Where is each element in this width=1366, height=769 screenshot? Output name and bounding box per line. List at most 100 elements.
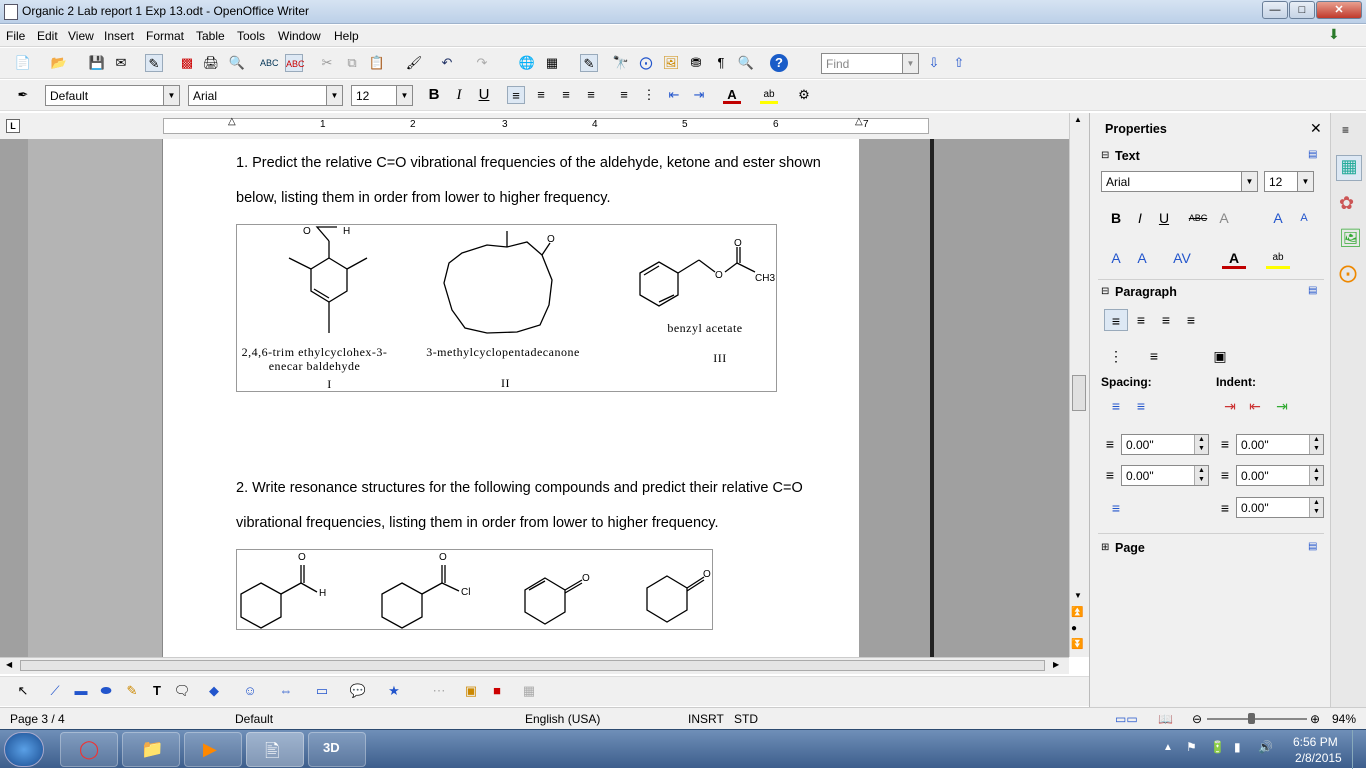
- question-2-line-1[interactable]: 2. Write resonance structures for the fo…: [236, 480, 803, 496]
- scroll-left-icon[interactable]: ◀: [6, 660, 12, 669]
- increase-spacing-icon[interactable]: ≡: [1104, 395, 1128, 417]
- sidebar-highlight-icon[interactable]: ab: [1266, 247, 1290, 269]
- sidebar-align-right-icon[interactable]: ≡: [1154, 309, 1178, 331]
- autospellcheck-icon[interactable]: ABC: [285, 54, 305, 72]
- underline-icon[interactable]: U: [475, 86, 493, 104]
- gallery-icon[interactable]: 🖼: [662, 54, 680, 72]
- ellipse-icon[interactable]: ⬬: [97, 682, 115, 700]
- basic-shapes-icon[interactable]: ◆: [205, 682, 223, 700]
- maximize-button[interactable]: □: [1289, 1, 1315, 19]
- redo-icon[interactable]: ↷: [473, 54, 491, 72]
- edit-mode-icon[interactable]: ✎: [145, 54, 163, 72]
- undo-icon[interactable]: ↶: [438, 54, 456, 72]
- spellcheck-icon[interactable]: ABC: [260, 54, 279, 72]
- align-center-icon[interactable]: ≡: [532, 86, 550, 104]
- paragraph-style-select[interactable]: Default ▼: [45, 85, 180, 106]
- structures-table-1[interactable]: O H O O O CH3 2,4,6-trim ethylcyclohex-3…: [236, 224, 777, 392]
- menu-file[interactable]: File: [6, 29, 25, 43]
- previous-page-icon[interactable]: ⏫: [1071, 607, 1083, 618]
- page-section-header[interactable]: Page: [1115, 541, 1145, 555]
- shrink-font-icon[interactable]: A: [1292, 207, 1316, 229]
- sidebar-bold-icon[interactable]: B: [1104, 207, 1128, 229]
- page-count[interactable]: Page 3 / 4: [10, 712, 65, 726]
- select-icon[interactable]: ↖: [14, 682, 32, 700]
- before-text-indent-field[interactable]: 0.00" ▲ ▼: [1236, 434, 1324, 455]
- show-hidden-icons-icon[interactable]: ▲: [1163, 742, 1173, 753]
- export-pdf-icon[interactable]: ▩: [178, 54, 196, 72]
- sidebar-font-color-icon[interactable]: A: [1222, 247, 1246, 269]
- email-icon[interactable]: ✉: [112, 54, 130, 72]
- open-icon[interactable]: 📂: [50, 54, 68, 72]
- table-icon[interactable]: ▦: [543, 54, 561, 72]
- extrusion-icon[interactable]: ▦: [520, 682, 538, 700]
- align-left-icon[interactable]: ≡: [507, 86, 525, 104]
- language[interactable]: English (USA): [525, 712, 600, 726]
- background-color-icon[interactable]: ⚙: [795, 86, 813, 104]
- copy-icon[interactable]: ⧉: [343, 54, 361, 72]
- sidebar-menu-icon[interactable]: ≡: [1342, 123, 1349, 137]
- print-icon[interactable]: 🖨: [202, 54, 220, 72]
- explorer-taskbar-item[interactable]: 📁: [122, 732, 180, 767]
- sidebar-align-left-icon[interactable]: ≡: [1104, 309, 1128, 331]
- fontwork-icon[interactable]: ▣: [462, 682, 480, 700]
- document-page[interactable]: 1. Predict the relative C=O vibrational …: [163, 139, 859, 657]
- sidebar-justify-icon[interactable]: ≡: [1179, 309, 1203, 331]
- flowchart-icon[interactable]: ▭: [313, 682, 331, 700]
- sidebar-decrease-indent-icon[interactable]: ⇤: [1243, 395, 1267, 417]
- bullets-icon[interactable]: ⋮: [640, 86, 658, 104]
- paragraph-more-options-icon[interactable]: ▤: [1308, 285, 1317, 296]
- clock-date[interactable]: 2/8/2015: [1295, 751, 1342, 765]
- zoom-slider-thumb[interactable]: [1248, 713, 1255, 724]
- menu-window[interactable]: Window: [278, 29, 321, 43]
- action-center-icon[interactable]: ⚑: [1186, 740, 1197, 754]
- new-document-icon[interactable]: 📄: [14, 54, 32, 72]
- device-icon[interactable]: 🔋: [1210, 740, 1225, 754]
- bold-icon[interactable]: B: [425, 86, 443, 104]
- align-right-icon[interactable]: ≡: [557, 86, 575, 104]
- menu-format[interactable]: Format: [146, 29, 184, 43]
- page-expand-icon[interactable]: ⊞: [1101, 542, 1109, 553]
- sidebar-italic-icon[interactable]: I: [1128, 207, 1152, 229]
- after-text-indent-field[interactable]: 0.00" ▲ ▼: [1236, 465, 1324, 486]
- from-file-icon[interactable]: ■: [488, 682, 506, 700]
- menu-table[interactable]: Table: [196, 29, 225, 43]
- paragraph-background-icon[interactable]: ▣: [1208, 345, 1232, 367]
- strikethrough-icon[interactable]: ABC: [1186, 207, 1210, 229]
- zoom-out-icon[interactable]: ⊖: [1192, 712, 1202, 726]
- font-color-icon[interactable]: A: [723, 86, 741, 104]
- shadow-icon[interactable]: A: [1212, 207, 1236, 229]
- styles-formatting-icon[interactable]: ✒: [14, 86, 32, 104]
- paragraph-section-header[interactable]: Paragraph: [1115, 285, 1177, 299]
- paste-icon[interactable]: 📋: [368, 54, 386, 72]
- 3d-app-taskbar-item[interactable]: 3D: [308, 732, 366, 767]
- first-line-indent-field[interactable]: 0.00" ▲ ▼: [1236, 497, 1324, 518]
- superscript-icon[interactable]: A: [1104, 247, 1128, 269]
- increase-indent-icon[interactable]: ⇥: [690, 86, 708, 104]
- sidebar-bullets-icon[interactable]: ⋮: [1104, 345, 1128, 367]
- navigation-icon[interactable]: ●: [1071, 623, 1077, 634]
- tab-type-icon[interactable]: L: [6, 119, 20, 133]
- stars-icon[interactable]: ★: [385, 682, 403, 700]
- find-replace-icon[interactable]: 🔭: [612, 54, 630, 72]
- zoom-in-icon[interactable]: ⊕: [1310, 712, 1320, 726]
- page-more-options-icon[interactable]: ▤: [1308, 541, 1317, 552]
- text-section-header[interactable]: Text: [1115, 149, 1140, 163]
- horizontal-ruler[interactable]: L 1 2 3 4 5 6 7 △ △: [0, 113, 1089, 139]
- book-view-icon[interactable]: 📖: [1158, 712, 1173, 726]
- hanging-indent-icon[interactable]: ⇥: [1270, 395, 1294, 417]
- subscript-icon[interactable]: A: [1130, 247, 1154, 269]
- font-name-select[interactable]: Arial ▼: [188, 85, 343, 106]
- next-page-icon[interactable]: ⏬: [1071, 639, 1083, 650]
- find-previous-icon[interactable]: ⇧: [950, 54, 968, 72]
- page-style[interactable]: Default: [235, 712, 273, 726]
- question-1-line-1[interactable]: 1. Predict the relative C=O vibrational …: [236, 155, 821, 171]
- scroll-thumb[interactable]: [1072, 375, 1086, 411]
- justify-icon[interactable]: ≡: [582, 86, 600, 104]
- character-spacing-icon[interactable]: AV: [1170, 247, 1194, 269]
- document-area[interactable]: 1. Predict the relative C=O vibrational …: [0, 139, 1069, 657]
- properties-tab-icon[interactable]: ▦: [1336, 155, 1362, 181]
- structures-table-2[interactable]: O H O Cl O O: [236, 549, 713, 630]
- sidebar-size-select[interactable]: 12 ▼: [1264, 171, 1314, 192]
- sidebar-font-select[interactable]: Arial ▼: [1101, 171, 1258, 192]
- show-desktop-button[interactable]: [1352, 730, 1366, 769]
